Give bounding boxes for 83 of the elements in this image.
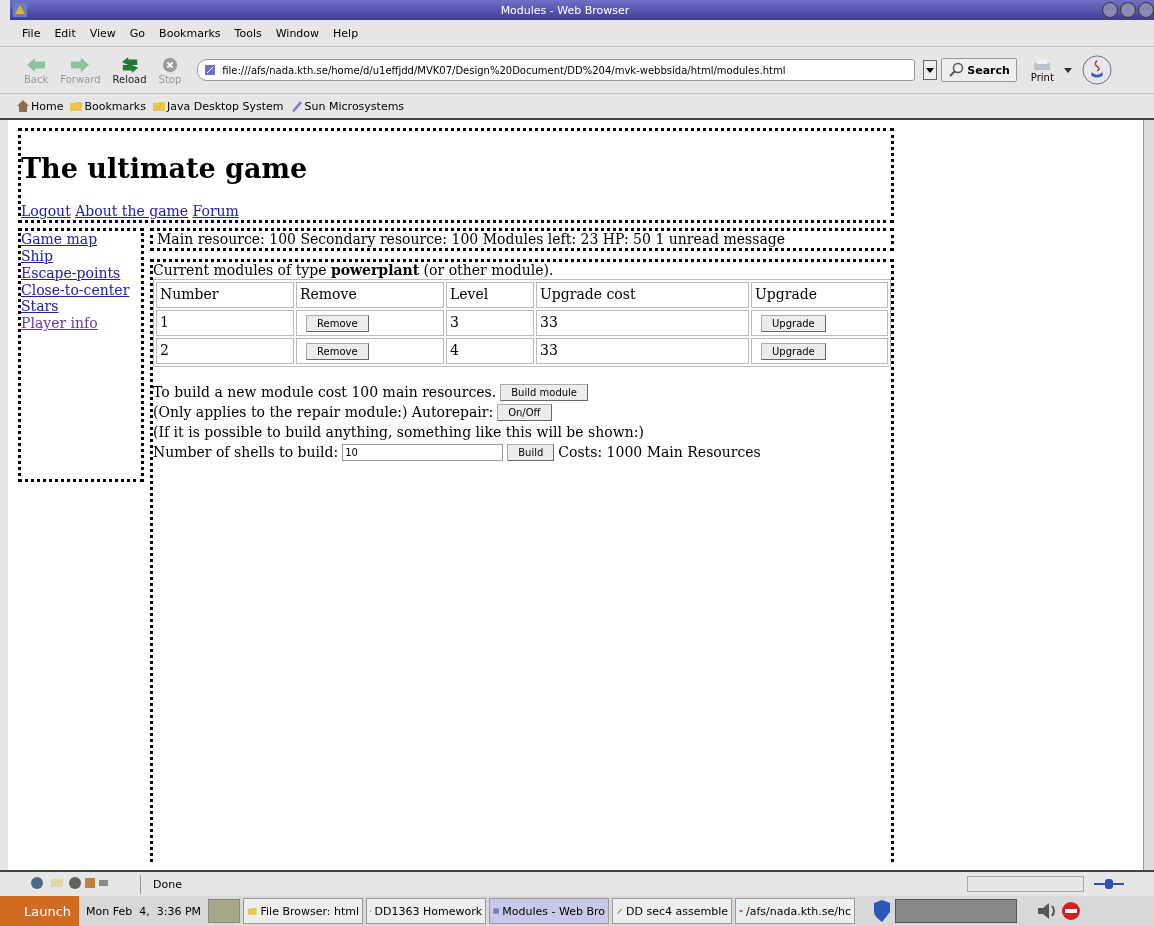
table-cell: 33 xyxy=(536,309,749,336)
bookmark-label: Java Desktop System xyxy=(166,99,284,113)
launch-button[interactable]: Launch xyxy=(0,896,80,926)
folder-icon xyxy=(69,99,84,113)
table-cell: 4 xyxy=(446,337,534,364)
nav-link[interactable]: About the game xyxy=(75,203,189,220)
table-cell: 1 xyxy=(156,309,294,336)
autorepair-text: (Only applies to the repair module:) Autorepair: xyxy=(153,404,494,422)
menu-item[interactable]: Go xyxy=(129,26,146,40)
stop-icon[interactable] xyxy=(1061,901,1082,921)
status-text: Done xyxy=(153,877,182,891)
remove-button[interactable]: Remove xyxy=(306,314,369,332)
table-cell: 33 xyxy=(536,337,749,364)
taskbar-button[interactable]: DD1363 Homework xyxy=(366,898,487,924)
browser-icon xyxy=(12,2,28,18)
table-caption: Current modules of type powerplant (or other module). xyxy=(153,262,554,278)
taskbar-button[interactable]: File Browser: html xyxy=(243,898,364,924)
column-header: Upgrade cost xyxy=(536,281,749,308)
minimize-button[interactable] xyxy=(1102,2,1118,18)
resource-status: Main resource: 100 Secondary resource: 100 Modules left: 23 HP: 50 1 unread message xyxy=(157,231,786,248)
taskbar-button[interactable]: Modules - Web Bro xyxy=(489,898,610,924)
table-cell: 3 xyxy=(446,309,534,336)
remove-button[interactable]: Remove xyxy=(306,342,369,360)
pen-icon xyxy=(289,99,304,113)
column-header: Level xyxy=(446,281,534,308)
info-text: (If it is possible to build anything, something like this will be shown:) xyxy=(153,424,644,442)
nav-link[interactable]: Logout xyxy=(21,203,71,220)
menu-item[interactable]: Tools xyxy=(234,26,262,40)
folder-icon xyxy=(151,99,166,113)
menu-item[interactable]: View xyxy=(89,26,116,40)
printer-icon xyxy=(1032,57,1053,72)
clock: Mon Feb 4, 3:36 PM xyxy=(86,904,202,918)
help-icon[interactable] xyxy=(872,900,893,922)
menu-item[interactable]: Bookmarks xyxy=(159,26,221,40)
shells-label: Number of shells to build: xyxy=(153,444,339,462)
close-button[interactable] xyxy=(1138,2,1154,18)
column-header: Number xyxy=(156,281,294,308)
plug-icon xyxy=(1094,877,1124,891)
scrollbar[interactable] xyxy=(1143,120,1154,870)
window-title: Modules - Web Browser xyxy=(500,3,630,17)
caret-icon xyxy=(926,66,935,74)
build-button[interactable]: Build xyxy=(507,444,555,462)
upgrade-button[interactable]: Upgrade xyxy=(761,342,826,360)
build-module-button[interactable]: Build module xyxy=(500,384,588,402)
nav-link[interactable]: Close-to-center xyxy=(21,281,130,299)
bookmark-label: Sun Microsystems xyxy=(304,99,405,113)
maximize-button[interactable] xyxy=(1120,2,1136,18)
house-icon xyxy=(16,99,30,113)
menu-item[interactable]: Window xyxy=(275,26,320,40)
menu-item[interactable]: Help xyxy=(333,26,359,40)
nav-link[interactable]: Stars xyxy=(21,298,59,316)
menu-item[interactable]: Edit xyxy=(54,26,76,40)
nav-link[interactable]: Forum xyxy=(192,203,239,220)
taskbar-button[interactable]: DD sec4 assemble xyxy=(612,898,733,924)
column-header: Remove xyxy=(296,281,444,308)
desktop-icon[interactable] xyxy=(208,899,241,923)
nav-link[interactable]: Escape-points xyxy=(21,264,121,282)
dropdown-button[interactable] xyxy=(923,60,938,80)
search-icon xyxy=(948,62,965,78)
page-icon xyxy=(204,64,217,76)
bookmark-label: Home xyxy=(31,99,64,113)
caret-icon[interactable] xyxy=(1063,66,1072,74)
nav-link[interactable]: Ship xyxy=(21,248,54,265)
taskbar-button[interactable]: /afs/nada.kth.se/hc xyxy=(735,898,856,924)
column-header: Upgrade xyxy=(751,281,888,308)
nav-link[interactable]: Game map xyxy=(21,231,98,248)
workspace-switcher[interactable] xyxy=(895,899,1018,923)
cup-logo-icon xyxy=(1081,55,1112,85)
toolbar-button[interactable]: Reload xyxy=(106,55,153,85)
nav-link[interactable]: Player info xyxy=(21,315,98,332)
print-button[interactable]: Print xyxy=(1024,56,1060,84)
build-text: To build a new module cost 100 main resources. xyxy=(153,384,497,402)
shells-field[interactable]: 10 xyxy=(342,444,504,462)
upgrade-button[interactable]: Upgrade xyxy=(761,314,826,332)
page-heading: The ultimate game xyxy=(21,153,309,186)
search-button[interactable]: Search xyxy=(941,58,1017,82)
address-field[interactable]: file:///afs/nada.kth.se/home/d/u1effjdd/MVK07/Design%20Document/DD%204/mvk-webbsida/html/modules.html xyxy=(197,59,916,81)
autorepair-button[interactable]: On/Off xyxy=(497,404,552,422)
menu-item[interactable]: File xyxy=(22,26,41,40)
cost-text: Costs: 1000 Main Resources xyxy=(558,444,761,462)
table-cell: 2 xyxy=(156,337,294,364)
bookmark-label: Bookmarks xyxy=(84,99,146,113)
left-arrow-icon xyxy=(25,55,48,74)
